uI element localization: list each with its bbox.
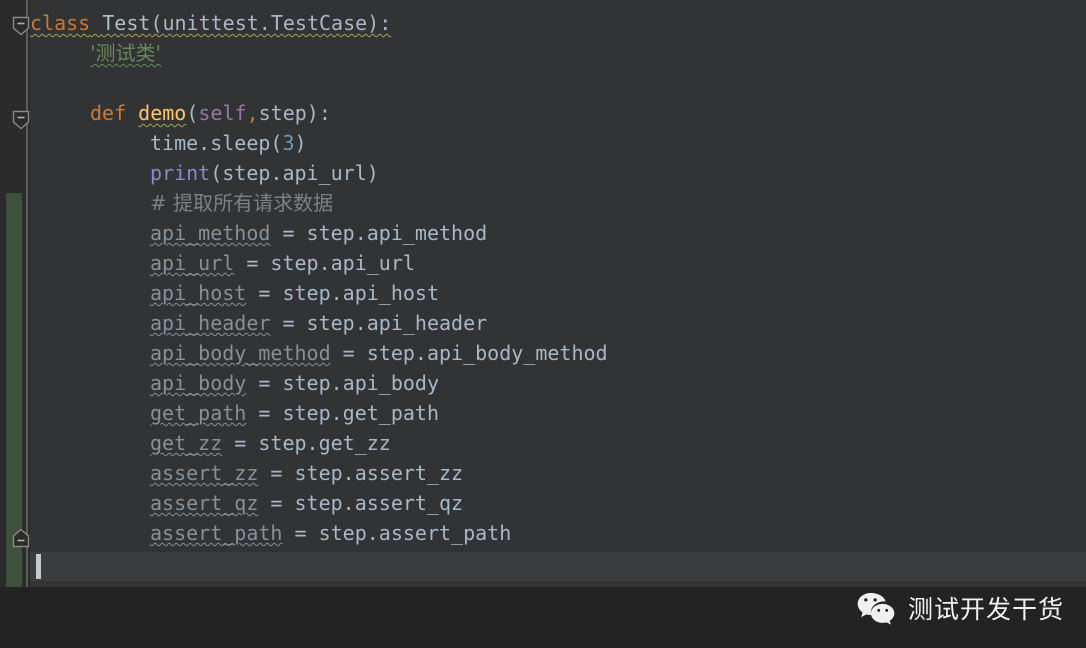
code-token-plain: ( — [186, 101, 199, 125]
code-line[interactable]: # 提取所有请求数据 — [30, 188, 1086, 218]
code-line[interactable]: get_path = step.get_path — [30, 398, 1086, 428]
code-line[interactable]: get_zz = step.get_zz — [30, 428, 1086, 458]
code-line[interactable]: api_body_method = step.api_body_method — [30, 338, 1086, 368]
code-token-unused: api_method — [150, 221, 271, 245]
code-token-keyword: def — [90, 101, 127, 125]
fold-collapse-method-icon[interactable] — [12, 110, 30, 130]
code-token-plain: = step.api_body — [246, 371, 439, 395]
watermark: 测试开发干货 — [856, 590, 1064, 626]
code-line[interactable]: time.sleep(3) — [30, 128, 1086, 158]
source-code-text[interactable]: class Test(unittest.TestCase): '测试类' def d… — [30, 0, 1086, 578]
code-token-string: '测试类' — [90, 41, 161, 65]
code-token-class-name: Test — [102, 11, 151, 35]
code-line[interactable]: assert_zz = step.assert_zz — [30, 458, 1086, 488]
code-token-plain: step — [258, 101, 307, 125]
code-token-plain: (step.api_url) — [210, 161, 379, 185]
code-line[interactable] — [30, 68, 1086, 98]
code-token-unused: api_url — [150, 251, 235, 275]
code-line[interactable]: '测试类' — [30, 38, 1086, 68]
code-token-unused: get_zz — [150, 431, 223, 455]
code-line[interactable]: api_header = step.api_header — [30, 308, 1086, 338]
code-token-keyword: class — [30, 11, 91, 35]
code-token-plain: = step.get_path — [246, 401, 439, 425]
code-line[interactable]: class Test(unittest.TestCase): — [30, 8, 1086, 38]
code-token-unused: assert_path — [150, 521, 283, 545]
code-line[interactable]: assert_qz = step.assert_qz — [30, 488, 1086, 518]
code-token-unused: assert_zz — [150, 461, 259, 485]
code-token-builtin: print — [150, 161, 211, 185]
code-token-unused: get_path — [150, 401, 247, 425]
code-line[interactable]: def demo(self,step): — [30, 98, 1086, 128]
code-line[interactable]: api_body = step.api_body — [30, 368, 1086, 398]
fold-end-method-icon[interactable] — [12, 528, 30, 548]
code-line[interactable]: api_url = step.api_url — [30, 248, 1086, 278]
code-token-unused: api_body — [150, 371, 247, 395]
code-line[interactable]: api_host = step.api_host — [30, 278, 1086, 308]
code-token-plain: (unittest.TestCase): — [150, 11, 392, 35]
code-line[interactable] — [30, 548, 1086, 578]
code-token-plain: = step.assert_qz — [258, 491, 464, 515]
code-token-plain: = step.api_url — [234, 251, 415, 275]
code-token-param-mark: , — [246, 101, 259, 125]
code-token-plain: ) — [294, 131, 307, 155]
code-token-plain: = step.assert_zz — [258, 461, 464, 485]
code-token-plain: time.sleep( — [150, 131, 283, 155]
code-token-number: 3 — [282, 131, 295, 155]
watermark-band: 测试开发干货 — [0, 587, 1086, 648]
code-token-plain: = step.api_header — [270, 311, 488, 335]
code-token-self-param: self — [198, 101, 247, 125]
code-token-unused: api_host — [150, 281, 247, 305]
code-token-plain: = step.api_host — [246, 281, 439, 305]
code-line[interactable]: assert_path = step.assert_path — [30, 518, 1086, 548]
code-token-plain: = step.api_method — [270, 221, 488, 245]
code-token-plain: ): — [306, 101, 331, 125]
code-token-unused: api_header — [150, 311, 271, 335]
code-token-function-name: demo — [138, 101, 187, 125]
code-token-plain: = step.api_body_method — [330, 341, 608, 365]
editor-gutter[interactable] — [0, 0, 30, 587]
code-token-unused: assert_qz — [150, 491, 259, 515]
code-line[interactable]: print(step.api_url) — [30, 158, 1086, 188]
watermark-text: 测试开发干货 — [907, 595, 1064, 624]
code-token-unused: api_body_method — [150, 341, 331, 365]
fold-collapse-class-icon[interactable] — [12, 16, 30, 36]
code-editor-window: class Test(unittest.TestCase): '测试类' def d… — [0, 0, 1086, 648]
code-line[interactable]: api_method = step.api_method — [30, 218, 1086, 248]
code-token-comment: # 提取所有请求数据 — [150, 191, 334, 215]
code-token-plain: = step.get_zz — [222, 431, 391, 455]
code-token-plain: = step.assert_path — [282, 521, 512, 545]
wechat-icon — [857, 593, 895, 625]
code-block-guide-line — [26, 0, 28, 587]
